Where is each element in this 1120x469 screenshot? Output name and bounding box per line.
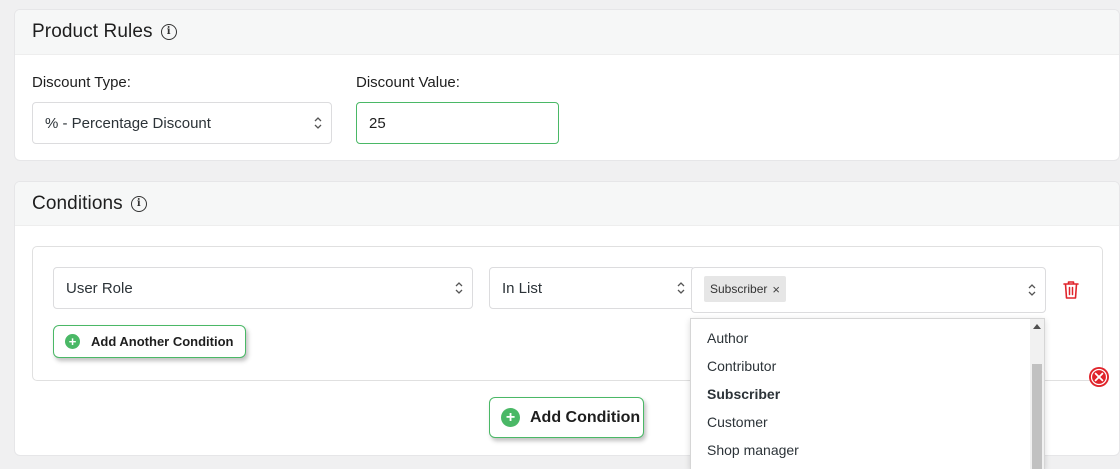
trash-icon[interactable] <box>1061 279 1081 301</box>
add-condition-button[interactable]: + Add Condition <box>489 397 644 438</box>
product-rules-title: Product Rules <box>32 21 153 42</box>
dropdown-option-customer[interactable]: Customer <box>707 414 768 430</box>
condition-field-value: User Role <box>66 279 133 297</box>
close-circle-icon[interactable] <box>1088 366 1110 388</box>
condition-field-select[interactable]: User Role <box>53 267 473 309</box>
condition-operator-value: In List <box>502 279 543 297</box>
add-another-condition-label: Add Another Condition <box>91 334 234 349</box>
discount-value-label: Discount Value: <box>356 74 460 91</box>
user-role-dropdown-list: Author Contributor Subscriber Customer S… <box>690 318 1045 469</box>
discount-type-value: % - Percentage Discount <box>45 114 211 132</box>
scrollbar-thumb[interactable] <box>1032 364 1042 469</box>
discount-value-input[interactable]: 25 <box>356 102 559 144</box>
chevron-up-down-icon <box>677 282 685 294</box>
condition-operator-select[interactable]: In List <box>489 267 695 309</box>
scroll-up-arrow-icon[interactable] <box>1033 324 1041 329</box>
remove-tag-icon[interactable]: × <box>772 282 780 297</box>
product-rules-card: Product Rules i Discount Type: % - Perce… <box>14 9 1120 161</box>
chevron-up-down-icon <box>1028 284 1036 296</box>
info-icon[interactable]: i <box>160 24 177 40</box>
discount-type-select[interactable]: % - Percentage Discount <box>32 102 332 144</box>
dropdown-option-author[interactable]: Author <box>707 330 748 346</box>
dropdown-scrollbar[interactable] <box>1030 319 1044 469</box>
selected-tag-label: Subscriber <box>710 282 768 296</box>
condition-value-multiselect[interactable]: Subscriber × <box>691 267 1046 313</box>
add-another-condition-button[interactable]: + Add Another Condition <box>53 325 246 358</box>
selected-tag: Subscriber × <box>704 276 786 302</box>
dropdown-option-contributor[interactable]: Contributor <box>707 358 776 374</box>
chevron-up-down-icon <box>314 117 322 129</box>
plus-circle-icon: + <box>65 334 80 349</box>
discount-value-text: 25 <box>369 114 386 132</box>
chevron-up-down-icon <box>455 282 463 294</box>
dropdown-option-subscriber[interactable]: Subscriber <box>707 386 780 402</box>
discount-type-label: Discount Type: <box>32 74 131 91</box>
info-icon[interactable]: i <box>130 195 147 212</box>
conditions-header: Conditions i <box>15 182 1119 226</box>
product-rules-header: Product Rules i <box>15 10 1119 55</box>
add-condition-label: Add Condition <box>530 408 641 426</box>
conditions-title: Conditions <box>32 192 123 214</box>
plus-circle-icon: + <box>501 408 520 427</box>
dropdown-option-shop-manager[interactable]: Shop manager <box>707 442 799 458</box>
